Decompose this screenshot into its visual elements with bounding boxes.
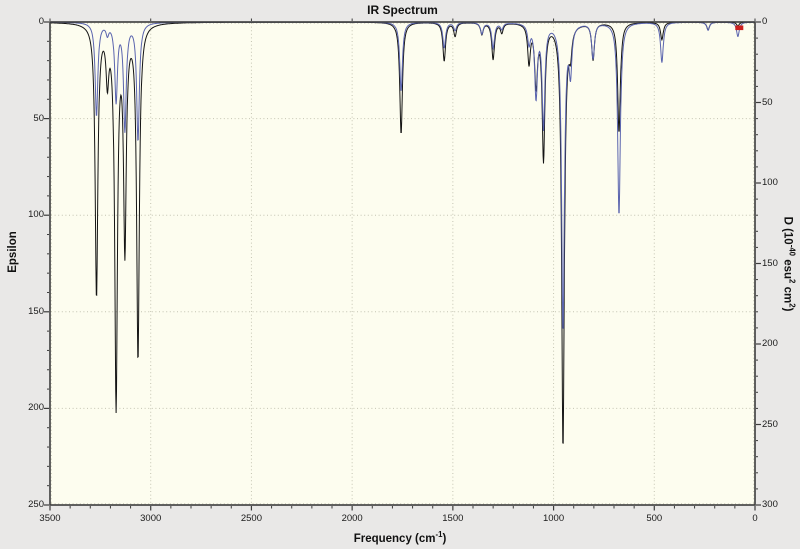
y-left-tick-label: 50 <box>33 112 44 124</box>
plot-area[interactable] <box>0 0 800 549</box>
y-right-tick-label: 300 <box>762 499 778 510</box>
y-left-tick-label: 100 <box>28 209 44 221</box>
y-left-tick-label: 150 <box>28 305 44 317</box>
x-tick-label: 3000 <box>140 513 162 524</box>
x-tick-label: 2500 <box>240 513 262 524</box>
y-left-tick-label: 250 <box>28 499 44 510</box>
x-tick-label: 1000 <box>542 513 565 524</box>
y-right-tick-label: 0 <box>762 16 768 27</box>
ir-spectrum-window: IR Spectrum Frequency (cm-1) Epsilon D (… <box>0 0 800 549</box>
x-tick-label: 2000 <box>341 513 363 524</box>
y-right-tick-label: 100 <box>762 177 778 188</box>
x-tick-label: 1500 <box>442 513 464 524</box>
y-left-tick-label: 200 <box>28 402 44 414</box>
y-right-tick-label: 250 <box>762 418 778 430</box>
y-right-tick-label: 50 <box>762 96 773 108</box>
red-peak-marker <box>735 25 744 31</box>
y-right-tick-label: 150 <box>762 257 778 269</box>
x-tick-label: 0 <box>752 513 758 524</box>
x-tick-label: 3500 <box>39 513 61 524</box>
y-left-tick-label: 0 <box>38 16 44 27</box>
y-axis-label-left: Epsilon <box>7 231 19 273</box>
x-axis-label: Frequency (cm-1) <box>353 530 447 545</box>
spectrum-svg <box>44 18 761 511</box>
x-tick-label: 500 <box>646 513 663 524</box>
y-right-tick-label: 200 <box>762 338 778 349</box>
